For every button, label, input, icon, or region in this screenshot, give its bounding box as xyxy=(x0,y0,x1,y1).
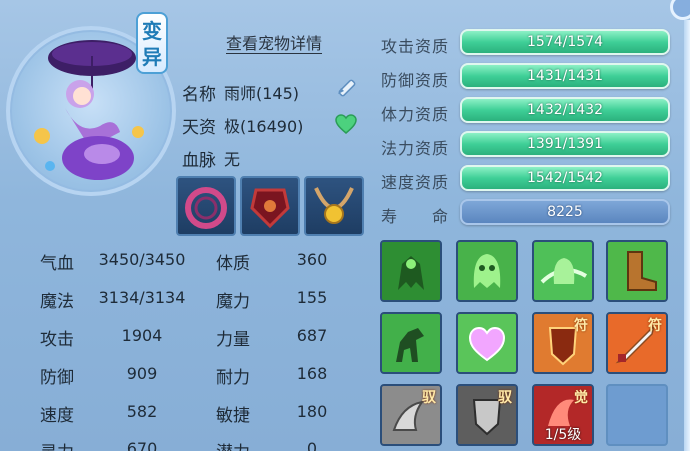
collar-icon xyxy=(185,187,227,229)
aptitude-label-defense: 防御资质 xyxy=(381,71,450,90)
aptitude-bar-magic: 1391/1391 xyxy=(460,131,670,157)
stat-label-strength: 力量 xyxy=(216,330,250,350)
skill-slot-empty[interactable] xyxy=(606,384,668,446)
aptitude-label-magic: 法力资质 xyxy=(381,139,450,158)
skill-slot-9[interactable]: 驭 xyxy=(380,384,442,446)
skill-slot-5[interactable] xyxy=(380,312,442,374)
skill-slot-4[interactable] xyxy=(606,240,668,302)
talent-value: 极(16490) xyxy=(224,117,304,136)
stat-label-constitution: 体质 xyxy=(216,254,250,274)
horse-skill-icon xyxy=(382,314,440,372)
heart-icon[interactable] xyxy=(334,112,358,136)
aptitude-value-stamina: 1432/1432 xyxy=(527,102,603,118)
skill-slot-1[interactable] xyxy=(380,240,442,302)
stat-value-speed: 582 xyxy=(126,402,158,421)
awaken-level: 1/5级 xyxy=(544,427,582,443)
stat-value-endurance: 168 xyxy=(296,364,328,383)
skill-slot-7[interactable]: 符 xyxy=(532,312,594,374)
stat-label-magic: 魔力 xyxy=(216,292,250,312)
bloodline-label: 血脉 xyxy=(182,151,216,171)
control-tag: 驭 xyxy=(498,390,512,406)
aptitude-bar-stamina: 1432/1432 xyxy=(460,97,670,123)
ghost-skill-icon xyxy=(458,242,516,300)
necklace-icon xyxy=(314,187,354,224)
panel-edge xyxy=(684,20,690,451)
stat-value-attack: 1904 xyxy=(121,326,163,345)
aptitude-bar-attack: 1574/1574 xyxy=(460,29,670,55)
lifespan-label: 寿 命 xyxy=(381,207,450,226)
stat-value-defense: 909 xyxy=(126,364,158,383)
boot-skill-icon xyxy=(608,242,666,300)
stat-value-strength: 687 xyxy=(296,326,328,345)
awaken-tag: 觉 xyxy=(574,390,588,406)
name-label: 名称 xyxy=(182,85,216,105)
rename-pencil-icon[interactable] xyxy=(334,72,360,98)
talisman-tag: 符 xyxy=(648,318,662,334)
equipment-slot-collar[interactable] xyxy=(176,176,236,236)
stat-label-mp: 魔法 xyxy=(40,292,74,312)
aptitude-value-magic: 1391/1391 xyxy=(527,136,603,152)
stat-label-speed: 速度 xyxy=(40,406,74,426)
aptitude-value-defense: 1431/1431 xyxy=(527,68,603,84)
talisman-tag: 符 xyxy=(574,318,588,334)
stat-label-attack: 攻击 xyxy=(40,330,74,350)
stat-label-potential: 潜力 xyxy=(216,438,250,451)
aptitude-bar-speed: 1542/1542 xyxy=(460,165,670,191)
skill-slot-2[interactable] xyxy=(456,240,518,302)
aptitude-bar-defense: 1431/1431 xyxy=(460,63,670,89)
skill-slot-3[interactable] xyxy=(532,240,594,302)
wind-ghost-skill-icon xyxy=(534,242,592,300)
aptitude-label-attack: 攻击资质 xyxy=(381,37,450,56)
stat-value-magic: 155 xyxy=(296,288,328,307)
name-value: 雨师(145) xyxy=(224,84,300,103)
stat-value-spirit: 670 xyxy=(126,439,158,451)
skill-slot-8[interactable]: 符 xyxy=(606,312,668,374)
monster-skill-icon xyxy=(382,242,440,300)
skill-slot-10[interactable]: 驭 xyxy=(456,384,518,446)
equipment-slot-armor[interactable] xyxy=(240,176,300,236)
stat-label-hp: 气血 xyxy=(40,254,74,274)
stat-value-constitution: 360 xyxy=(296,250,328,269)
stat-label-endurance: 耐力 xyxy=(216,368,250,388)
close-button[interactable] xyxy=(670,0,690,20)
control-tag: 驭 xyxy=(422,390,436,406)
stat-value-potential: 0 xyxy=(306,439,318,451)
heart-skill-icon xyxy=(458,314,516,372)
stat-value-agility: 180 xyxy=(296,402,328,421)
lifespan-bar: 8225 xyxy=(460,199,670,225)
aptitude-value-attack: 1574/1574 xyxy=(527,34,603,50)
stat-value-hp: 3450/3450 xyxy=(98,250,186,269)
lifespan-value: 8225 xyxy=(547,204,583,220)
mutation-badge: 变异 xyxy=(136,12,168,74)
equipment-slot-necklace[interactable] xyxy=(304,176,364,236)
stat-value-mp: 3134/3134 xyxy=(98,288,186,307)
talent-label: 天资 xyxy=(182,118,216,138)
bloodline-value: 无 xyxy=(224,150,241,169)
skill-slot-6[interactable] xyxy=(456,312,518,374)
aptitude-value-speed: 1542/1542 xyxy=(527,170,603,186)
aptitude-label-speed: 速度资质 xyxy=(381,173,450,192)
stat-label-agility: 敏捷 xyxy=(216,406,250,426)
stat-label-defense: 防御 xyxy=(40,368,74,388)
view-pet-detail-link[interactable]: 查看宠物详情 xyxy=(226,30,322,54)
skill-slot-11[interactable]: 觉 1/5级 xyxy=(532,384,594,446)
armor-icon xyxy=(250,188,290,229)
aptitude-label-stamina: 体力资质 xyxy=(381,105,450,124)
stat-label-spirit: 灵力 xyxy=(40,438,74,451)
pet-detail-panel: 变异 查看宠物详情 名称 雨师(145) 天资 极(16490) 血脉 无 气血… xyxy=(0,0,690,451)
